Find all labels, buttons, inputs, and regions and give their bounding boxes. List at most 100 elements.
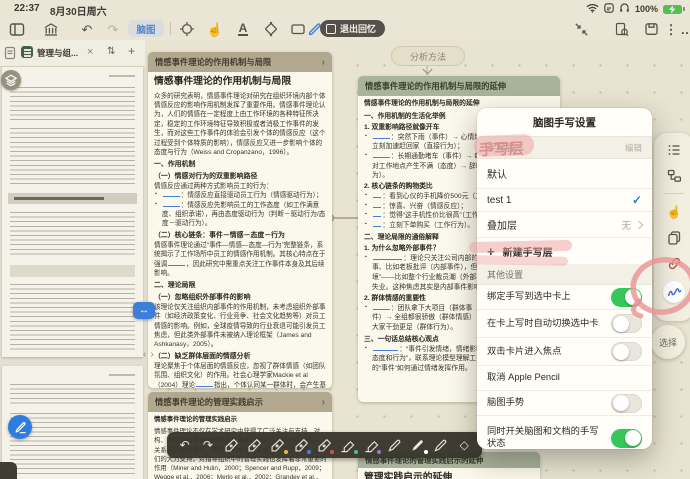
document-text-lines — [10, 87, 135, 121]
card-line: 该理论仅关注组织内部事件的作用机制，未考虑组织外部事件（如经济政策变化、行业竞争… — [154, 303, 326, 350]
redo-icon[interactable]: ↷ — [104, 20, 122, 38]
edit-layers-button[interactable]: 编辑 — [625, 142, 642, 154]
toggle-switch[interactable] — [611, 288, 642, 307]
setting-sync-handwriting-state[interactable]: 同时开关脑图和文档的手写状态 — [477, 415, 652, 449]
layers-icon — [5, 74, 17, 86]
pane-collapse-arrows[interactable]: ‹› — [143, 349, 158, 360]
layout-icon[interactable] — [666, 167, 683, 184]
card-line: 情感反应通过两种方式影响员工的行为： — [154, 182, 326, 191]
link-icon[interactable] — [666, 255, 683, 272]
handwriting-layers-button[interactable] — [1, 70, 21, 90]
battery-icon — [663, 5, 682, 14]
undo-icon[interactable]: ↶ — [176, 437, 193, 454]
scribble-icon — [667, 286, 682, 298]
card-header[interactable]: 情感事件理论的作用机制与局限的延伸 — [358, 76, 560, 96]
status-icons: 100% — [586, 2, 682, 16]
document-tab-title[interactable]: 管理与组... — [37, 47, 85, 59]
toolbar-divider — [170, 22, 171, 35]
card-header[interactable]: 情感事件理论的管理实践启示 › — [148, 392, 332, 412]
chevron-right-icon[interactable]: › — [322, 57, 325, 68]
card-line: （二）核心链条：事件－情感－态度－行为 — [154, 231, 326, 241]
battery-percentage: 100% — [635, 4, 658, 14]
card-body: 情感事件理论的作用机制与局限众多的研究表明，情感事件理论对研究在组织环境内部个体… — [148, 72, 332, 388]
collapse-panes-icon[interactable] — [572, 20, 590, 38]
setting-mindmap-gestures[interactable]: 脑图手势 — [477, 390, 652, 415]
pencil-icon[interactable] — [386, 437, 403, 454]
fountain-pen-icon[interactable] — [223, 437, 240, 454]
sort-tabs-icon[interactable]: ⇅ — [107, 46, 115, 57]
hand-tool-icon[interactable]: ☝ — [206, 20, 224, 38]
fountain-pen-icon[interactable] — [293, 437, 310, 454]
undo-icon[interactable]: ↶ — [78, 20, 96, 38]
card-line: 一、作用机制 — [154, 160, 326, 170]
plus-icon: + — [487, 245, 495, 258]
layer-row-default[interactable]: 默认 — [477, 159, 652, 188]
document-text-lines — [10, 212, 135, 258]
pane-resize-handle[interactable]: ↔ — [133, 302, 155, 319]
fountain-pen-icon[interactable] — [269, 437, 286, 454]
more-horizontal-icon[interactable]: … — [678, 20, 690, 38]
layers-section-label: 手写层 — [487, 141, 514, 154]
status-bar: 22:37 8月30日周六 100% — [0, 0, 690, 18]
hand-gesture-icon[interactable]: ☝ — [666, 203, 683, 220]
card-line: 理论聚焦于个体层面的情感反应，忽视了群体情感（如团队氛围、组织文化）的作用。社会… — [154, 362, 326, 388]
wifi-icon — [586, 3, 599, 16]
mindmap-card-mechanism[interactable]: 情感事件理论的作用机制与局限 › 情感事件理论的作用机制与局限众多的研究表明，情… — [148, 52, 332, 388]
card-header[interactable]: 情感事件理论的作用机制与局限 › — [148, 52, 332, 72]
document-text-lines — [10, 384, 135, 406]
pen-toolbar: ↶ ↷ ◇ — [167, 432, 482, 458]
close-tab-icon[interactable]: × — [87, 46, 93, 58]
document-search-icon[interactable] — [612, 20, 630, 38]
highlighter-icon[interactable] — [363, 437, 380, 454]
new-layer-button[interactable]: + 新建手写层 — [477, 237, 652, 264]
save-card-icon[interactable] — [642, 20, 660, 38]
card-header-title: 情感事件理论的作用机制与局限的延伸 — [365, 80, 506, 92]
pdf-page-1[interactable] — [2, 67, 143, 357]
card-line: ：情感反应先影响员工的工作态度（如工作满意度、组织承诺），再由态度驱动行为（判断… — [154, 201, 326, 229]
setting-auto-switch-card[interactable]: 在卡上写时自动切换选中卡 — [477, 309, 652, 337]
sidebar-toggle-icon[interactable] — [8, 20, 26, 38]
card-line: ：情感反应直接驱动员工行为（情感驱动行为）； — [154, 191, 326, 200]
handwriting-settings-popup: 脑图手写设置 手写层 编辑 默认 test 1 ✓ 叠加层 无 + 新建手写层 … — [477, 108, 652, 449]
fountain-pen-icon[interactable] — [316, 437, 333, 454]
document-handwriting-button[interactable] — [8, 415, 32, 439]
duplicate-cards-icon[interactable] — [666, 229, 683, 246]
handwriting-scribble-button[interactable] — [663, 281, 685, 303]
document-page-icon[interactable] — [4, 46, 16, 65]
text-format-icon[interactable]: A — [234, 20, 252, 38]
toggle-switch[interactable] — [611, 429, 642, 448]
library-icon[interactable] — [42, 20, 60, 38]
exit-review-button[interactable]: 退出回忆 — [320, 20, 385, 37]
transform-icon[interactable] — [262, 20, 280, 38]
rail-divider — [664, 193, 684, 194]
redo-icon[interactable]: ↷ — [199, 437, 216, 454]
card-header-title: 情感事件理论的作用机制与局限 — [155, 56, 271, 68]
chevron-right-icon[interactable]: › — [322, 397, 325, 408]
highlighter-icon[interactable] — [339, 437, 356, 454]
pencil-icon[interactable] — [432, 437, 449, 454]
setting-bind-handwriting[interactable]: 绑定手写到选中卡上 — [477, 285, 652, 309]
outline-list-icon[interactable] — [666, 141, 683, 158]
app-status-icon — [604, 3, 614, 16]
select-mode-button[interactable]: 选择 — [651, 325, 685, 359]
focus-target-icon[interactable] — [178, 20, 196, 38]
checkmark-icon: ✓ — [632, 193, 642, 207]
add-tab-icon[interactable]: + — [128, 44, 135, 58]
mindmap-mode-button[interactable]: 脑图 — [128, 20, 164, 37]
pen-filled-icon[interactable] — [409, 437, 426, 454]
collapsed-node-analysis-method[interactable]: 分析方法 — [391, 46, 465, 66]
setting-doubletap-focus[interactable]: 双击卡片进入焦点 — [477, 337, 652, 365]
toggle-switch[interactable] — [611, 314, 642, 333]
card-line: 情感事件理论通过“事件—情感—态度—行为”完整链条，系统揭示了工作场所中员工的情… — [154, 241, 326, 278]
card-body: 管理实践启示的延伸 — [358, 468, 540, 479]
toggle-switch[interactable] — [611, 394, 642, 413]
toggle-switch[interactable] — [611, 342, 642, 361]
card-line: （二）缺乏群体层面的情感分析 — [154, 352, 326, 362]
card-line: 作用（Miner and Hulin，2000；Spencer and Rupp… — [154, 464, 326, 473]
overlay-layer-row[interactable]: 叠加层 无 — [477, 211, 652, 237]
eraser-icon[interactable]: ◇ — [456, 437, 473, 454]
highlighted-lines — [10, 265, 135, 277]
setting-cancel-apple-pencil[interactable]: 取消 Apple Pencil — [477, 365, 652, 390]
layer-row-test1[interactable]: test 1 ✓ — [477, 188, 652, 211]
fountain-pen-icon[interactable] — [246, 437, 263, 454]
